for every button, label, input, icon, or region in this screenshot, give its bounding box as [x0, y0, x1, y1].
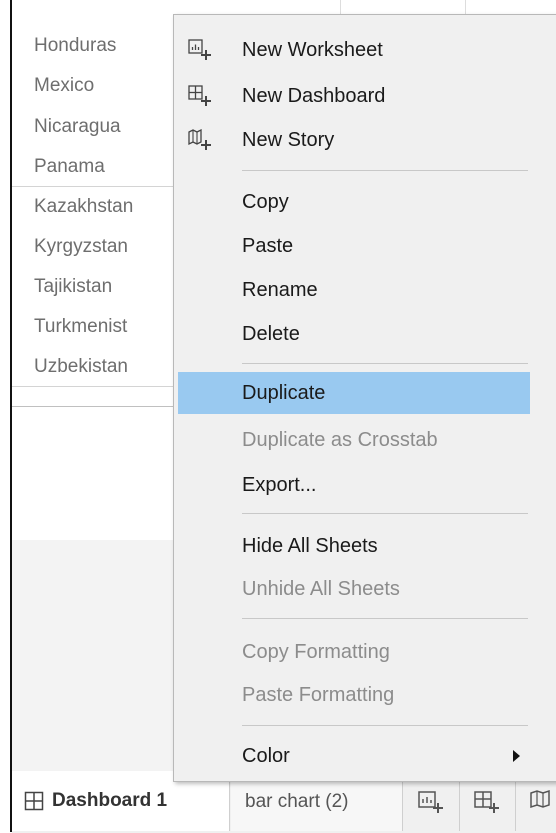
- list-item: Nicaragua: [34, 116, 121, 137]
- tab-label: bar chart (2): [245, 791, 349, 812]
- submenu-arrow-icon: [513, 750, 520, 762]
- menu-item-hide-all-sheets[interactable]: Hide All Sheets: [178, 525, 530, 567]
- list-item: Mexico: [34, 75, 95, 96]
- menu-item-new-story[interactable]: New Story: [178, 119, 530, 161]
- menu-separator: [242, 725, 528, 726]
- new-story-icon: [188, 129, 212, 151]
- menu-item-delete[interactable]: Delete: [178, 313, 530, 355]
- menu-item-label: Copy: [242, 190, 289, 213]
- menu-item-duplicate-as-crosstab[interactable]: Duplicate as Crosstab: [178, 419, 530, 461]
- menu-separator: [242, 618, 528, 619]
- menu-item-copy[interactable]: Copy: [178, 181, 530, 223]
- menu-item-label: Duplicate: [242, 381, 326, 404]
- list-item: Uzbekistan: [34, 356, 128, 377]
- menu-item-label: Export...: [242, 473, 317, 496]
- menu-item-label: New Story: [242, 128, 335, 151]
- menu-separator: [242, 170, 528, 171]
- new-worksheet-icon: [188, 39, 212, 61]
- menu-item-label: Delete: [242, 322, 300, 345]
- menu-item-label: Color: [242, 744, 290, 767]
- menu-item-label: Paste: [242, 234, 294, 257]
- list-item: Panama: [34, 156, 105, 177]
- menu-separator: [242, 363, 528, 364]
- list-item: Turkmenist: [34, 316, 128, 337]
- menu-item-paste-formatting[interactable]: Paste Formatting: [178, 674, 530, 716]
- menu-item-color[interactable]: Color: [178, 735, 530, 777]
- menu-item-unhide-all-sheets[interactable]: Unhide All Sheets: [178, 568, 530, 610]
- list-item: Kazakhstan: [34, 196, 134, 217]
- menu-item-rename[interactable]: Rename: [178, 269, 530, 311]
- menu-item-label: New Dashboard: [242, 84, 386, 107]
- menu-item-label: Rename: [242, 278, 318, 301]
- list-item: Honduras: [34, 35, 117, 56]
- menu-item-label: Copy Formatting: [242, 640, 390, 663]
- menu-item-label: Paste Formatting: [242, 683, 395, 706]
- menu-item-new-worksheet[interactable]: New Worksheet: [178, 29, 530, 71]
- menu-item-duplicate[interactable]: Duplicate: [178, 372, 530, 414]
- list-item: Tajikistan: [34, 276, 113, 297]
- context-menu: New Worksheet New Dashboard New Story Co…: [173, 14, 556, 782]
- tab-label: Dashboard 1: [52, 790, 168, 811]
- dashboard-icon: [24, 791, 44, 811]
- new-dashboard-icon: [188, 85, 212, 107]
- menu-item-label: New Worksheet: [242, 38, 383, 61]
- menu-item-label: Unhide All Sheets: [242, 577, 400, 600]
- menu-item-label: Hide All Sheets: [242, 534, 378, 557]
- menu-item-new-dashboard[interactable]: New Dashboard: [178, 75, 530, 117]
- list-item: Kyrgyzstan: [34, 236, 128, 257]
- menu-item-export[interactable]: Export...: [178, 464, 530, 506]
- menu-item-label: Duplicate as Crosstab: [242, 428, 438, 451]
- menu-item-paste[interactable]: Paste: [178, 225, 530, 267]
- group-divider: [12, 186, 182, 187]
- menu-item-copy-formatting[interactable]: Copy Formatting: [178, 631, 530, 673]
- menu-separator: [242, 513, 528, 514]
